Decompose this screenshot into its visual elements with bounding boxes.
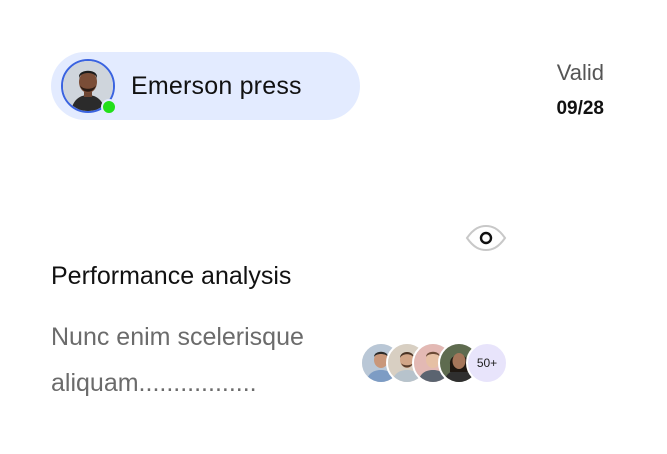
valid-date: 09/28: [556, 98, 604, 119]
user-avatar[interactable]: [61, 59, 117, 115]
dashboard-card: Emerson press Valid 09/28 Performance an…: [0, 0, 667, 454]
card-description: Nunc enim scelerisque aliquam...........…: [51, 323, 304, 397]
user-chip[interactable]: Emerson press: [51, 52, 360, 120]
view-button[interactable]: [464, 222, 508, 254]
more-participants-badge[interactable]: 50+: [466, 342, 508, 384]
online-status-dot: [101, 99, 117, 115]
participant-avatar-stack[interactable]: 50+: [360, 341, 508, 385]
eye-icon: [465, 224, 507, 252]
valid-label: Valid: [556, 60, 604, 85]
card-title: Performance analysis: [51, 262, 292, 290]
user-name: Emerson press: [131, 71, 302, 100]
